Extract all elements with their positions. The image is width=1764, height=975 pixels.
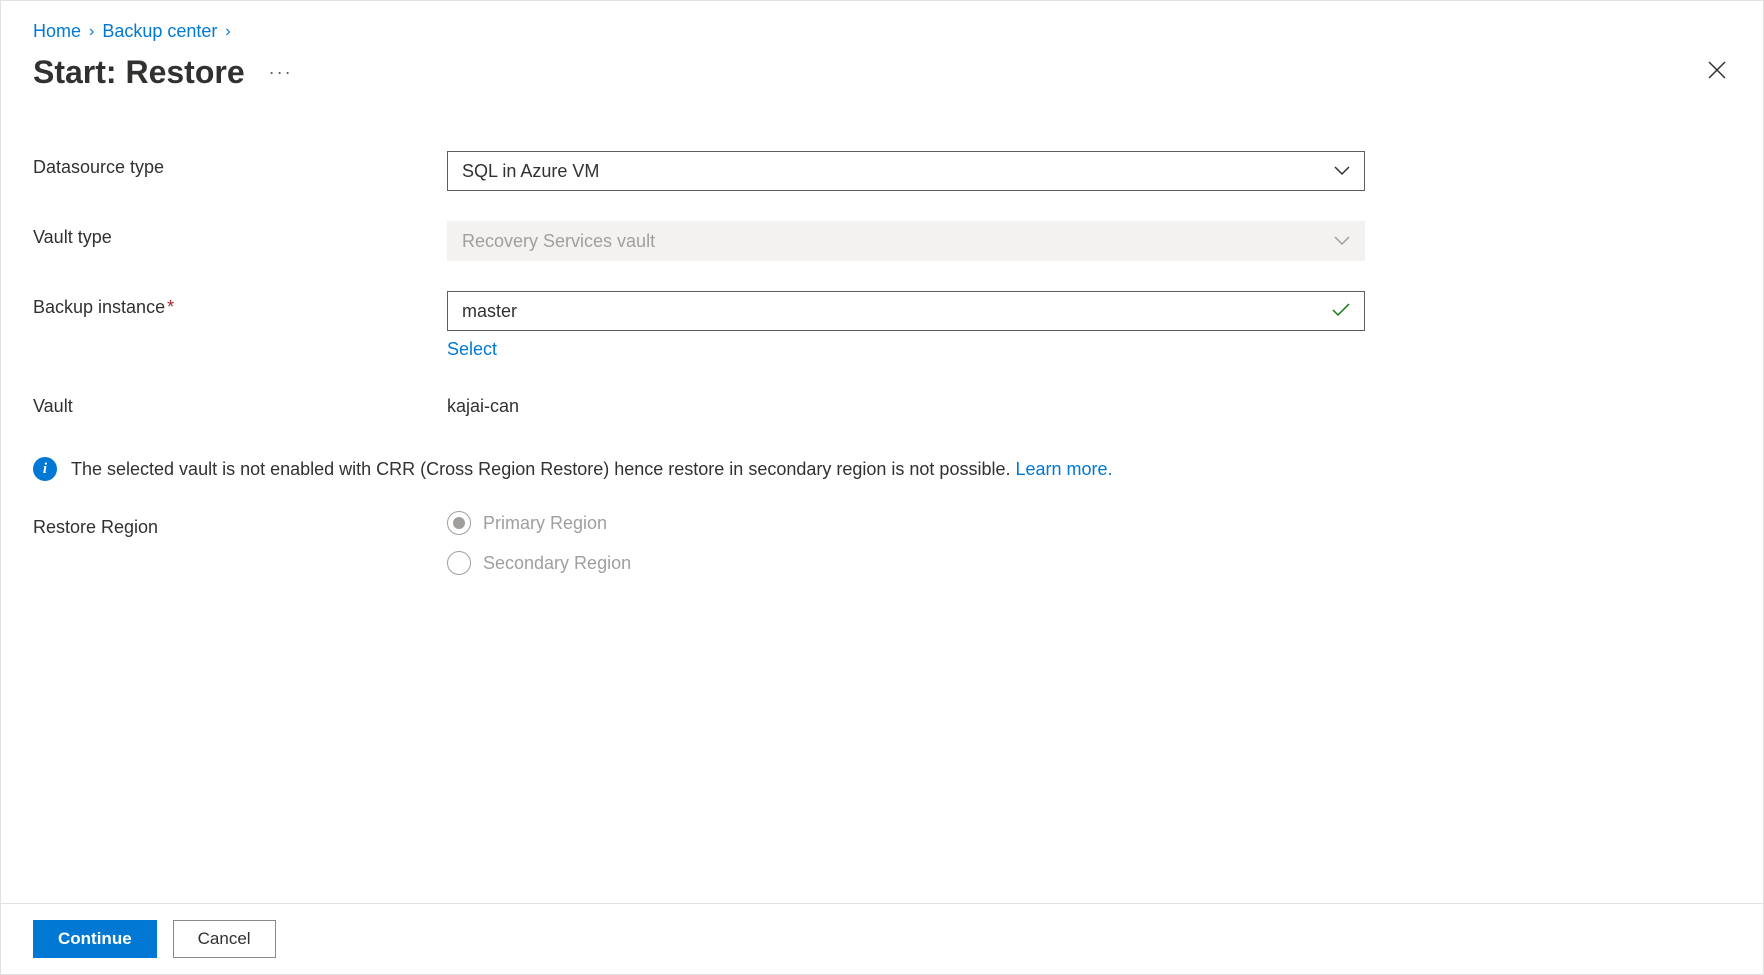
continue-button[interactable]: Continue: [33, 920, 157, 958]
radio-primary-label: Primary Region: [483, 513, 607, 534]
close-icon: [1707, 60, 1727, 80]
radio-icon: [447, 511, 471, 535]
info-banner: i The selected vault is not enabled with…: [33, 457, 1393, 481]
learn-more-link[interactable]: Learn more.: [1016, 459, 1113, 479]
page-title: Start: Restore: [33, 54, 245, 91]
chevron-down-icon: [1334, 163, 1350, 179]
vault-type-label: Vault type: [33, 221, 447, 248]
backup-instance-label: Backup instance*: [33, 291, 447, 318]
backup-instance-select[interactable]: master: [447, 291, 1365, 331]
info-icon: i: [33, 457, 57, 481]
title-row: Start: Restore ···: [33, 54, 1731, 91]
radio-icon: [447, 551, 471, 575]
vault-type-value: Recovery Services vault: [462, 231, 655, 252]
chevron-right-icon: ›: [225, 23, 230, 41]
cancel-button[interactable]: Cancel: [173, 920, 276, 958]
chevron-right-icon: ›: [89, 23, 94, 41]
required-indicator: *: [167, 297, 174, 317]
close-button[interactable]: [1703, 55, 1731, 91]
radio-secondary-region: Secondary Region: [447, 551, 1365, 575]
check-icon: [1332, 301, 1350, 322]
chevron-down-icon: [1334, 233, 1350, 249]
vault-type-select: Recovery Services vault: [447, 221, 1365, 261]
radio-secondary-label: Secondary Region: [483, 553, 631, 574]
restore-region-label: Restore Region: [33, 511, 447, 538]
datasource-type-label: Datasource type: [33, 151, 447, 178]
vault-label: Vault: [33, 390, 447, 417]
info-text: The selected vault is not enabled with C…: [71, 459, 1010, 479]
backup-instance-value: master: [462, 301, 517, 322]
breadcrumb-backup-center[interactable]: Backup center: [102, 21, 217, 42]
datasource-type-value: SQL in Azure VM: [462, 161, 599, 182]
breadcrumb: Home › Backup center ›: [33, 21, 1731, 42]
vault-value: kajai-can: [447, 390, 1365, 417]
footer: Continue Cancel: [1, 903, 1763, 974]
radio-primary-region: Primary Region: [447, 511, 1365, 535]
select-link[interactable]: Select: [447, 339, 497, 360]
datasource-type-select[interactable]: SQL in Azure VM: [447, 151, 1365, 191]
breadcrumb-home[interactable]: Home: [33, 21, 81, 42]
restore-region-radio-group: Primary Region Secondary Region: [447, 511, 1365, 575]
more-actions-icon[interactable]: ···: [269, 62, 293, 83]
